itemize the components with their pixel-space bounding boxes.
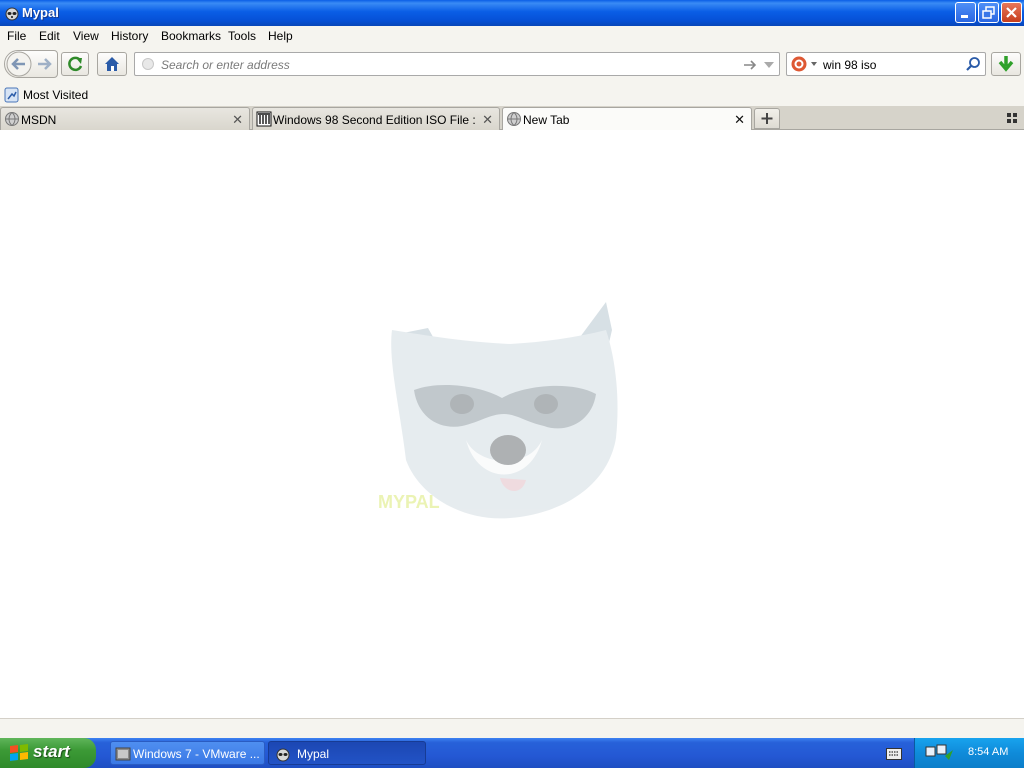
minimize-icon: [961, 15, 968, 18]
search-icon[interactable]: [965, 56, 981, 72]
task-label: Windows 7 - VMware ...: [133, 747, 260, 761]
restore-icon: [982, 6, 995, 19]
search-bar[interactable]: win 98 iso: [786, 52, 986, 76]
go-arrow-icon[interactable]: [742, 58, 758, 72]
globe-icon: [507, 112, 521, 126]
most-visited-folder-icon: [4, 87, 19, 103]
home-button[interactable]: [97, 52, 127, 76]
back-icon[interactable]: [6, 51, 32, 77]
bookmark-most-visited[interactable]: Most Visited: [23, 88, 88, 102]
navigation-toolbar: Search or enter address win 98 iso: [0, 46, 1024, 84]
archive-icon: [256, 111, 272, 127]
logo-text: MYPAL: [378, 492, 440, 512]
task-mypal[interactable]: Mypal: [268, 741, 426, 765]
tab-label: Windows 98 Second Edition ISO File : Mic…: [273, 113, 479, 127]
tab-msdn[interactable]: MSDN ✕: [0, 107, 250, 130]
home-icon: [105, 57, 119, 71]
tab-close-icon[interactable]: ✕: [482, 112, 493, 128]
page-identity-icon: [142, 58, 154, 70]
menu-bar: File Edit View History Bookmarks Tools H…: [0, 26, 1024, 46]
tab-close-icon[interactable]: ✕: [734, 112, 745, 128]
system-tray: 8:54 AM: [914, 738, 1024, 768]
vmware-icon: [115, 747, 131, 761]
window-title: Mypal: [22, 5, 59, 20]
restore-button[interactable]: [978, 2, 999, 23]
start-label: start: [33, 742, 70, 761]
taskbar: start Windows 7 - VMware ... Mypal 8:54 …: [0, 738, 1024, 768]
tab-archive[interactable]: Windows 98 Second Edition ISO File : Mic…: [252, 107, 500, 130]
back-forward-group: [4, 50, 58, 78]
tab-strip: MSDN ✕ Windows 98 Second Edition ISO Fil…: [0, 106, 1024, 131]
tab-close-icon[interactable]: ✕: [232, 112, 243, 128]
search-engine-icon[interactable]: [790, 55, 818, 73]
new-tab-button[interactable]: [754, 108, 780, 129]
reload-button[interactable]: [61, 52, 89, 76]
menu-history[interactable]: History: [111, 29, 148, 43]
tab-label: New Tab: [523, 113, 570, 127]
task-vmware[interactable]: Windows 7 - VMware ...: [110, 741, 265, 765]
network-icon[interactable]: [925, 744, 955, 762]
minimize-button[interactable]: [955, 2, 976, 23]
download-arrow-icon: [998, 56, 1014, 72]
address-bar[interactable]: Search or enter address: [134, 52, 780, 76]
list-all-tabs-icon[interactable]: [1006, 112, 1018, 124]
bookmarks-toolbar: Most Visited: [0, 84, 1024, 106]
menu-bookmarks[interactable]: Bookmarks: [161, 29, 221, 43]
close-window-button[interactable]: [1001, 2, 1022, 23]
search-input[interactable]: win 98 iso: [823, 58, 876, 72]
globe-icon: [5, 112, 19, 126]
title-bar: Mypal: [0, 0, 1024, 26]
close-icon: [1006, 7, 1017, 18]
downloads-button[interactable]: [991, 52, 1021, 76]
tab-label: MSDN: [21, 113, 57, 127]
raccoon-logo: MYPAL: [378, 302, 618, 519]
windows-logo-icon: [10, 744, 28, 761]
plus-icon: [761, 113, 773, 124]
keyboard-icon[interactable]: [886, 748, 902, 760]
forward-icon[interactable]: [38, 58, 52, 70]
menu-tools[interactable]: Tools: [228, 29, 256, 43]
reload-icon: [68, 56, 83, 72]
status-bar: [0, 718, 1024, 738]
raccoon-app-icon: [276, 748, 290, 762]
start-button[interactable]: start: [0, 738, 96, 768]
raccoon-app-icon: [5, 7, 19, 21]
history-dropdown-icon[interactable]: [763, 60, 775, 70]
menu-edit[interactable]: Edit: [39, 29, 60, 43]
menu-help[interactable]: Help: [268, 29, 293, 43]
clock: 8:54 AM: [968, 746, 1009, 758]
tab-new-tab[interactable]: New Tab ✕: [502, 107, 752, 131]
page-content: MYPAL: [0, 130, 1024, 718]
menu-file[interactable]: File: [7, 29, 26, 43]
address-placeholder: Search or enter address: [161, 58, 290, 72]
task-label: Mypal: [297, 747, 330, 761]
menu-view[interactable]: View: [73, 29, 99, 43]
